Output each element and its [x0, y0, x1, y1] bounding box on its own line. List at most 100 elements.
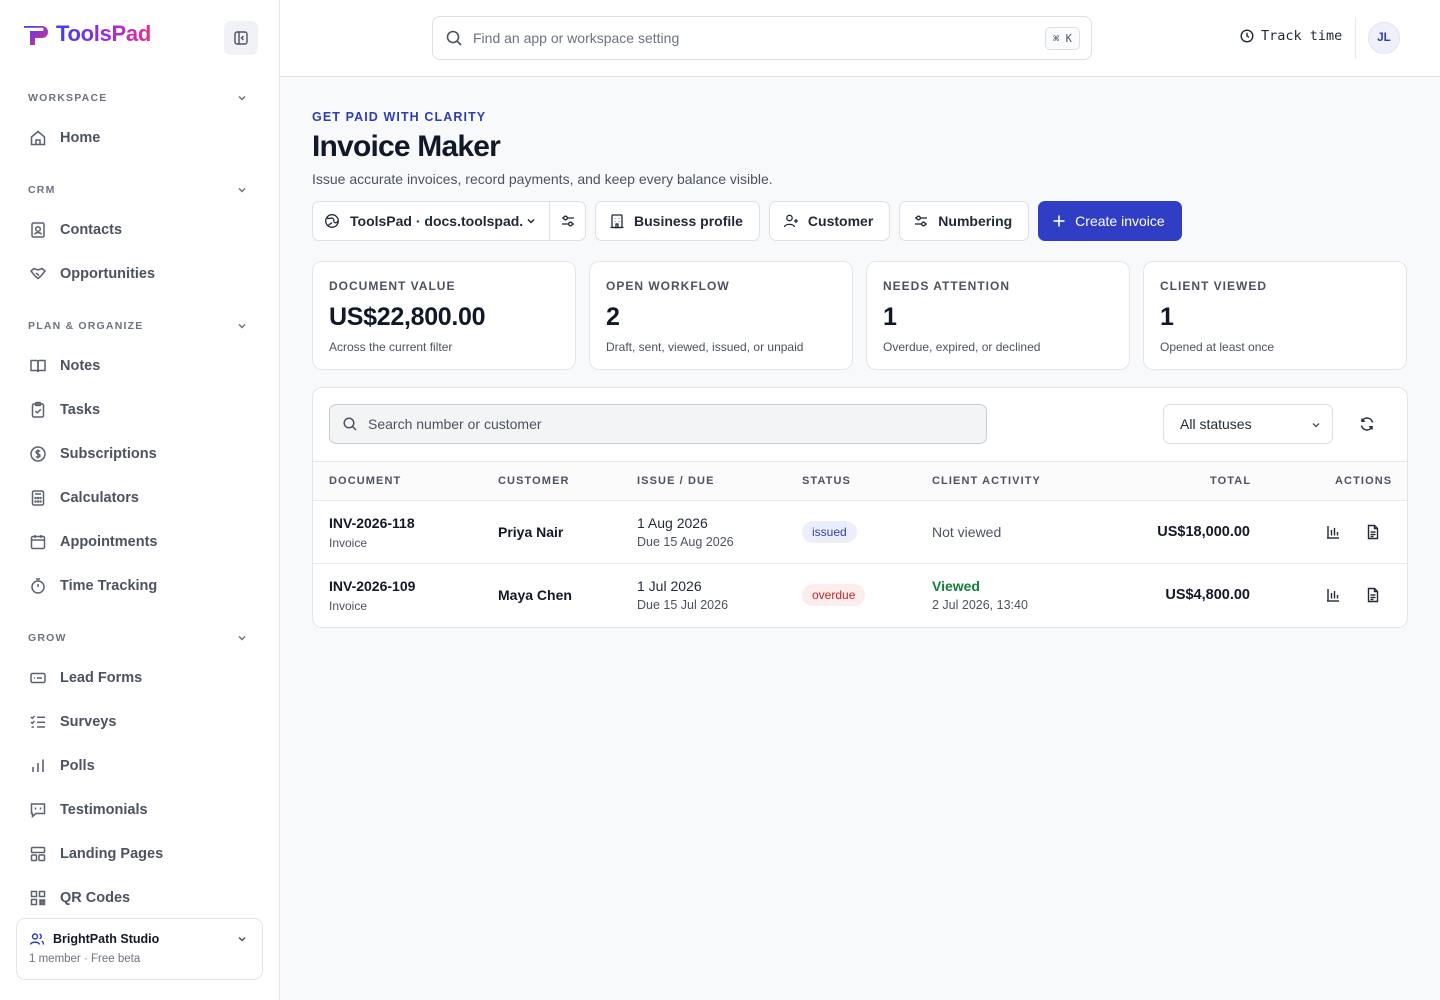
track-time-button[interactable]: Track time: [1240, 28, 1342, 44]
table-header: DOCUMENT CUSTOMER ISSUE / DUE STATUS CLI…: [313, 461, 1407, 501]
customer-name: Priya Nair: [498, 524, 564, 540]
customer-name: Maya Chen: [498, 587, 572, 603]
invoice-search-input[interactable]: Search number or customer: [329, 404, 987, 444]
globe-icon: [325, 214, 339, 228]
payments-report-button[interactable]: [1321, 583, 1345, 607]
invoice-search-placeholder: Search number or customer: [368, 416, 542, 432]
create-invoice-label: Create invoice: [1075, 213, 1165, 229]
workspace-switcher[interactable]: BrightPath Studio 1 member · Free beta: [16, 918, 263, 980]
sidebar-item-label: Tasks: [60, 402, 101, 418]
section-header-grow[interactable]: GROW: [16, 620, 264, 656]
sidebar-item-notes[interactable]: Notes: [16, 344, 264, 388]
business-profile-select[interactable]: ToolsPad · docs.toolspad.: [313, 202, 550, 240]
sidebar-item-lead-forms[interactable]: Lead Forms: [16, 656, 264, 700]
sidebar-item-label: Subscriptions: [60, 446, 157, 462]
sidebar-item-subscriptions[interactable]: Subscriptions: [16, 432, 264, 476]
sidebar-item-home[interactable]: Home: [16, 116, 264, 160]
column-header-customer: CUSTOMER: [498, 475, 570, 487]
view-document-button[interactable]: [1361, 583, 1385, 607]
document-number[interactable]: INV-2026-109: [329, 578, 415, 594]
stat-label: NEEDS ATTENTION: [883, 279, 1011, 293]
sidebar-item-label: Opportunities: [60, 266, 156, 282]
sidebar: ToolsPad WORKSPACE Home CRM Contacts Opp…: [0, 0, 280, 1000]
business-profile-label: Business profile: [634, 213, 743, 229]
user-avatar[interactable]: JL: [1368, 22, 1400, 54]
table-row[interactable]: INV-2026-109 Invoice Maya Chen 1 Jul 202…: [313, 564, 1407, 627]
chevron-down-icon: [238, 635, 246, 641]
create-invoice-button[interactable]: Create invoice: [1038, 201, 1182, 241]
stat-label: CLIENT VIEWED: [1160, 279, 1268, 293]
sidebar-item-opportunities[interactable]: Opportunities: [16, 252, 264, 296]
sidebar-item-surveys[interactable]: Surveys: [16, 700, 264, 744]
user-plus-icon: [783, 214, 798, 228]
checklist-icon: [30, 715, 45, 728]
section-label: CRM: [28, 184, 56, 196]
sidebar-item-label: Home: [60, 130, 101, 146]
profile-selector-group: ToolsPad · docs.toolspad.: [312, 201, 586, 241]
stat-card-open-workflow: OPEN WORKFLOW 2 Draft, sent, viewed, iss…: [589, 261, 853, 370]
section-header-crm[interactable]: CRM: [16, 172, 264, 208]
section-header-workspace[interactable]: WORKSPACE: [16, 80, 264, 116]
sidebar-item-appointments[interactable]: Appointments: [16, 520, 264, 564]
plus-icon: [1053, 215, 1065, 227]
issue-due-cell: 1 Aug 2026 Due 15 Aug 2026: [637, 515, 734, 549]
stat-value: 1: [1160, 303, 1174, 331]
track-time-label: Track time: [1261, 28, 1343, 44]
column-header-status: STATUS: [802, 475, 851, 487]
sidebar-item-label: QR Codes: [60, 890, 131, 906]
sidebar-item-calculators[interactable]: Calculators: [16, 476, 264, 520]
sidebar-item-label: Appointments: [60, 534, 158, 550]
app-logo[interactable]: ToolsPad: [22, 20, 151, 48]
numbering-button[interactable]: Numbering: [899, 201, 1030, 241]
table-row[interactable]: INV-2026-118 Invoice Priya Nair 1 Aug 20…: [313, 501, 1407, 564]
customer-button[interactable]: Customer: [768, 201, 891, 241]
sidebar-item-testimonials[interactable]: Testimonials: [16, 788, 264, 832]
stat-note: Across the current filter: [329, 340, 453, 354]
invoice-list-panel: Search number or customer All statuses D…: [312, 387, 1408, 628]
due-date: Due 15 Jul 2026: [637, 598, 729, 612]
topbar-divider: [1355, 17, 1356, 59]
stat-card-client-viewed: CLIENT VIEWED 1 Opened at least once: [1143, 261, 1407, 370]
global-search-input[interactable]: Find an app or workspace setting ⌘ K: [432, 16, 1092, 60]
sidebar-item-landing-pages[interactable]: Landing Pages: [16, 832, 264, 876]
profile-settings-button[interactable]: [550, 202, 585, 240]
layout-icon: [30, 846, 46, 862]
topbar: Find an app or workspace setting ⌘ K Tra…: [280, 0, 1440, 77]
quote-bubble-icon: [30, 803, 46, 819]
status-cell: issued: [802, 521, 857, 543]
status-cell: overdue: [802, 584, 866, 606]
document-number[interactable]: INV-2026-118: [329, 515, 415, 531]
client-activity-time: 2 Jul 2026, 13:40: [932, 598, 1028, 612]
document-cell: INV-2026-118 Invoice: [329, 515, 415, 550]
sidebar-item-tasks[interactable]: Tasks: [16, 388, 264, 432]
column-header-issue-due: ISSUE / DUE: [637, 475, 715, 487]
users-icon: [29, 933, 45, 945]
collapse-sidebar-button[interactable]: [224, 21, 258, 55]
notes-icon: [30, 359, 46, 373]
app-name: ToolsPad: [56, 21, 151, 46]
document-cell: INV-2026-109 Invoice: [329, 578, 415, 613]
payments-report-button[interactable]: [1321, 520, 1345, 544]
refresh-button[interactable]: [1351, 408, 1383, 440]
view-document-button[interactable]: [1361, 520, 1385, 544]
status-filter-select[interactable]: All statuses: [1163, 404, 1333, 444]
clock-icon: [1240, 29, 1254, 43]
document-type: Invoice: [329, 536, 368, 550]
column-header-document: DOCUMENT: [329, 475, 402, 487]
sidebar-item-polls[interactable]: Polls: [16, 744, 264, 788]
sidebar-item-label: Landing Pages: [60, 846, 164, 862]
section-header-plan-organize[interactable]: PLAN & ORGANIZE: [16, 308, 264, 344]
sidebar-item-time-tracking[interactable]: Time Tracking: [16, 564, 264, 608]
invoice-total: US$4,800.00: [1165, 587, 1250, 603]
sidebar-item-contacts[interactable]: Contacts: [16, 208, 264, 252]
stat-card-needs-attention: NEEDS ATTENTION 1 Overdue, expired, or d…: [866, 261, 1130, 370]
column-header-total: TOTAL: [1210, 475, 1252, 487]
invoice-toolbar: ToolsPad · docs.toolspad. Business profi…: [312, 201, 1182, 241]
stat-value: 2: [606, 303, 620, 331]
nav-section-plan-organize: PLAN & ORGANIZE Notes Tasks Subscription…: [16, 308, 264, 608]
clipboard-check-icon: [31, 401, 45, 418]
document-type: Invoice: [329, 599, 368, 613]
client-activity: Not viewed: [932, 524, 1002, 540]
business-profile-button[interactable]: Business profile: [595, 201, 760, 241]
sidebar-item-qr-codes[interactable]: QR Codes: [16, 876, 264, 920]
